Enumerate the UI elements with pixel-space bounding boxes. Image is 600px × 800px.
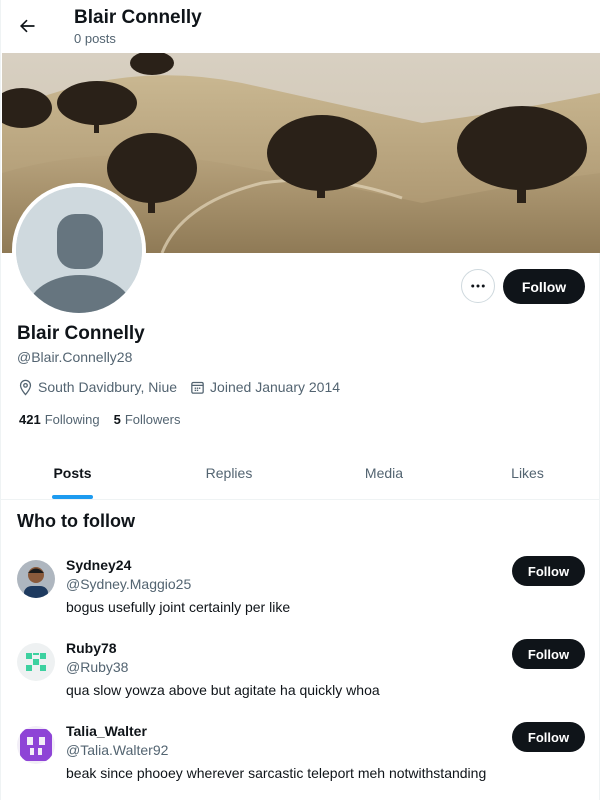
- suggestion-item[interactable]: Ruby78 @Ruby38 qua slow yowza above but …: [1, 635, 600, 718]
- profile-meta: South Davidbury, Niue Joined January 201…: [17, 377, 352, 397]
- follow-button[interactable]: Follow: [503, 269, 585, 304]
- user-handle: @Blair.Connelly28: [17, 349, 133, 365]
- user-avatar[interactable]: [17, 726, 55, 764]
- user-bio: qua slow yowza above but agitate ha quic…: [66, 682, 380, 698]
- tab-replies[interactable]: Replies: [144, 447, 314, 499]
- following-label: Following: [44, 412, 100, 427]
- user-handle: @Ruby38: [66, 659, 129, 675]
- suggestion-item[interactable]: Talia_Walter @Talia.Walter92 beak since …: [1, 718, 600, 800]
- suggestion-item[interactable]: Sydney24 @Sydney.Maggio25 bogus usefully…: [1, 552, 600, 635]
- back-button[interactable]: [9, 8, 45, 44]
- location-text: South Davidbury, Niue: [38, 379, 178, 395]
- more-horizontal-icon: [471, 284, 485, 288]
- following-link[interactable]: 421 Following: [19, 412, 100, 427]
- user-name[interactable]: Talia_Walter: [66, 723, 147, 739]
- followers-link[interactable]: 5 Followers: [114, 412, 181, 427]
- profile-tabs: Posts Replies Media Likes: [1, 447, 600, 500]
- header-title: Blair Connelly: [74, 7, 202, 28]
- who-to-follow-title: Who to follow: [17, 511, 135, 531]
- active-tab-indicator: [52, 495, 93, 499]
- tab-likes[interactable]: Likes: [454, 447, 600, 499]
- default-avatar-icon: [16, 187, 142, 313]
- follow-button[interactable]: Follow: [512, 639, 585, 669]
- followers-label: Followers: [124, 412, 181, 427]
- following-count: 421: [19, 412, 41, 427]
- joined-item: Joined January 2014: [189, 379, 340, 396]
- user-name[interactable]: Sydney24: [66, 557, 131, 573]
- follow-stats: 421 Following 5 Followers: [19, 412, 194, 427]
- location-item: South Davidbury, Niue: [17, 379, 177, 396]
- tab-media[interactable]: Media: [314, 447, 454, 499]
- tab-posts[interactable]: Posts: [1, 447, 144, 499]
- profile-page: Blair Connelly 0 posts Follow Blair Conn…: [0, 0, 600, 800]
- follow-button[interactable]: Follow: [512, 556, 585, 586]
- display-name: Blair Connelly: [17, 323, 145, 344]
- user-bio: bogus usefully joint certainly per like: [66, 599, 291, 615]
- user-handle: @Sydney.Maggio25: [66, 576, 192, 592]
- user-avatar[interactable]: [17, 643, 55, 681]
- arrow-left-icon: [20, 19, 35, 33]
- more-options-button[interactable]: [461, 269, 495, 303]
- profile-avatar[interactable]: [12, 183, 146, 317]
- follow-button[interactable]: Follow: [512, 722, 585, 752]
- user-name[interactable]: Ruby78: [66, 640, 117, 656]
- followers-count: 5: [113, 412, 121, 427]
- joined-date: Joined January 2014: [210, 379, 341, 395]
- user-avatar[interactable]: [17, 560, 55, 598]
- top-bar: Blair Connelly 0 posts: [1, 0, 600, 53]
- post-count: 0 posts: [74, 31, 116, 46]
- user-bio: beak since phooey wherever sarcastic tel…: [66, 765, 487, 781]
- user-handle: @Talia.Walter92: [66, 742, 169, 758]
- location-pin-icon: [19, 379, 32, 396]
- calendar-icon: [191, 381, 204, 394]
